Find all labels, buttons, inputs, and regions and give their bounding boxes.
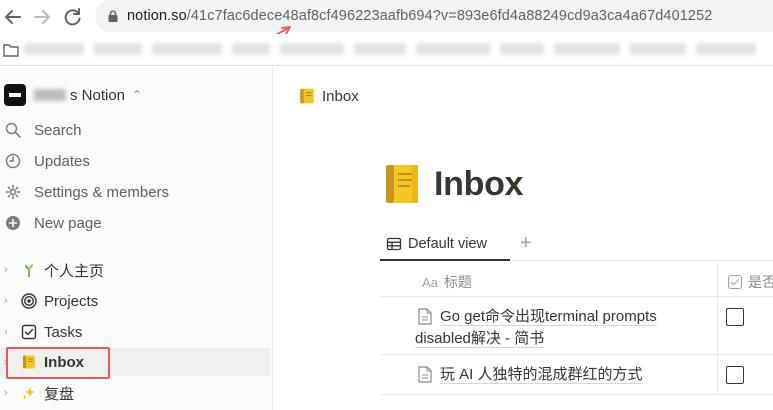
cell-checkbox[interactable] [718, 297, 773, 354]
browser-toolbar: notion.so/41c7fac6dece48af8cf496223aafb6… [0, 0, 773, 42]
row-title-link[interactable]: 玩 AI 人独特的混成群红的方式 [440, 366, 643, 384]
sidebar-item-search[interactable]: Search [0, 116, 270, 144]
table-icon [386, 237, 402, 251]
reload-button[interactable] [59, 4, 85, 30]
page-content: Inbox Inbox Default view + Aa 标题 是否 Go g… [274, 67, 773, 410]
cell-title[interactable]: 玩 AI 人独特的混成群红的方式 [380, 355, 718, 394]
sidebar-item-label: 复盘 [44, 385, 75, 403]
cell-checkbox[interactable] [718, 355, 773, 394]
chevron-updown-icon: ⌃ [132, 88, 143, 102]
forward-button[interactable] [29, 4, 55, 30]
sidebar-item-label: 个人主页 [44, 262, 105, 280]
workspace-name: s Notion [70, 86, 126, 104]
add-view-button[interactable]: + [520, 232, 532, 255]
table-header: Aa 标题 是否 [380, 263, 773, 297]
view-tabs: Default view + [380, 225, 773, 261]
column-header-checkbox[interactable]: 是否 [718, 263, 773, 296]
active-tab-underline [380, 259, 510, 261]
page-title[interactable]: Inbox [382, 163, 523, 205]
sidebar-item-new-page[interactable]: New page [0, 209, 270, 237]
target-icon [20, 292, 38, 310]
chevron-right-icon[interactable]: › [4, 295, 14, 307]
checkbox-type-icon [728, 275, 742, 289]
url-host: notion.so [127, 8, 187, 24]
sidebar-page-personal-home[interactable]: › 个人主页 [0, 256, 270, 284]
address-bar[interactable]: notion.so/41c7fac6dece48af8cf496223aafb6… [95, 0, 773, 32]
breadcrumb[interactable]: Inbox [298, 87, 359, 105]
column-header-label: 标题 [443, 274, 472, 290]
clock-icon [4, 152, 22, 170]
sidebar-page-tasks[interactable]: › Tasks [0, 318, 270, 346]
sidebar-item-label: Settings & members [34, 183, 170, 201]
table-row[interactable]: 玩 AI 人独特的混成群红的方式 [380, 355, 773, 395]
row-checkbox[interactable] [726, 308, 744, 326]
sidebar-item-label: Updates [34, 152, 90, 170]
sidebar-item-label: Tasks [44, 323, 83, 341]
sparkles-emoji-icon [20, 384, 38, 402]
workspace-avatar [4, 84, 26, 106]
sidebar-item-label: Inbox [44, 353, 84, 371]
text-type-icon: Aa [422, 274, 438, 290]
ledger-emoji-icon [20, 353, 38, 371]
sidebar-item-label: Projects [44, 292, 99, 310]
table-row[interactable]: Go get命令出现terminal prompts disabled解决 - … [380, 297, 773, 355]
gear-icon [4, 183, 22, 201]
sidebar-page-inbox[interactable]: › Inbox [0, 348, 270, 376]
workspace-switcher[interactable]: s Notion ⌃ [4, 83, 142, 107]
bookmarks-bar [0, 34, 773, 66]
sidebar-item-settings[interactable]: Settings & members [0, 178, 270, 206]
page-title-text: Inbox [434, 164, 524, 203]
row-checkbox[interactable] [726, 366, 744, 384]
blurred-bookmarks [24, 43, 773, 57]
blurred-workspace-owner [34, 89, 66, 101]
ledger-emoji-icon[interactable] [382, 163, 422, 205]
search-icon [4, 121, 22, 139]
breadcrumb-label: Inbox [322, 87, 359, 105]
sidebar-page-review[interactable]: › 复盘 [0, 379, 270, 407]
tab-label: Default view [408, 236, 487, 252]
notion-sidebar: s Notion ⌃ Search Updates Settings & mem… [0, 67, 273, 410]
folder-icon[interactable] [3, 43, 19, 57]
tab-default-view[interactable]: Default view [386, 229, 487, 259]
plus-circle-icon [4, 214, 22, 232]
checkbox-icon [20, 323, 38, 341]
chevron-right-icon[interactable]: › [4, 264, 14, 276]
back-button[interactable] [0, 4, 26, 30]
sidebar-item-label: Search [34, 121, 82, 139]
sidebar-item-updates[interactable]: Updates [0, 147, 270, 175]
chevron-right-icon[interactable]: › [4, 387, 14, 399]
lock-icon[interactable] [106, 9, 120, 23]
sidebar-item-label: New page [34, 214, 102, 232]
chevron-right-icon[interactable]: › [4, 356, 14, 368]
cell-title[interactable]: Go get命令出现terminal prompts disabled解决 - … [380, 297, 718, 354]
plant-emoji-icon [20, 261, 38, 279]
row-title-link[interactable]: Go get命令出现terminal prompts disabled解决 - … [415, 308, 657, 348]
url-text[interactable]: notion.so/41c7fac6dece48af8cf496223aafb6… [127, 8, 712, 24]
ledger-emoji-icon [300, 88, 314, 104]
sidebar-page-projects[interactable]: › Projects [0, 287, 270, 315]
chevron-right-icon[interactable]: › [4, 326, 14, 338]
column-header-title[interactable]: Aa 标题 [380, 263, 718, 296]
column-header-label: 是否 [748, 274, 773, 290]
